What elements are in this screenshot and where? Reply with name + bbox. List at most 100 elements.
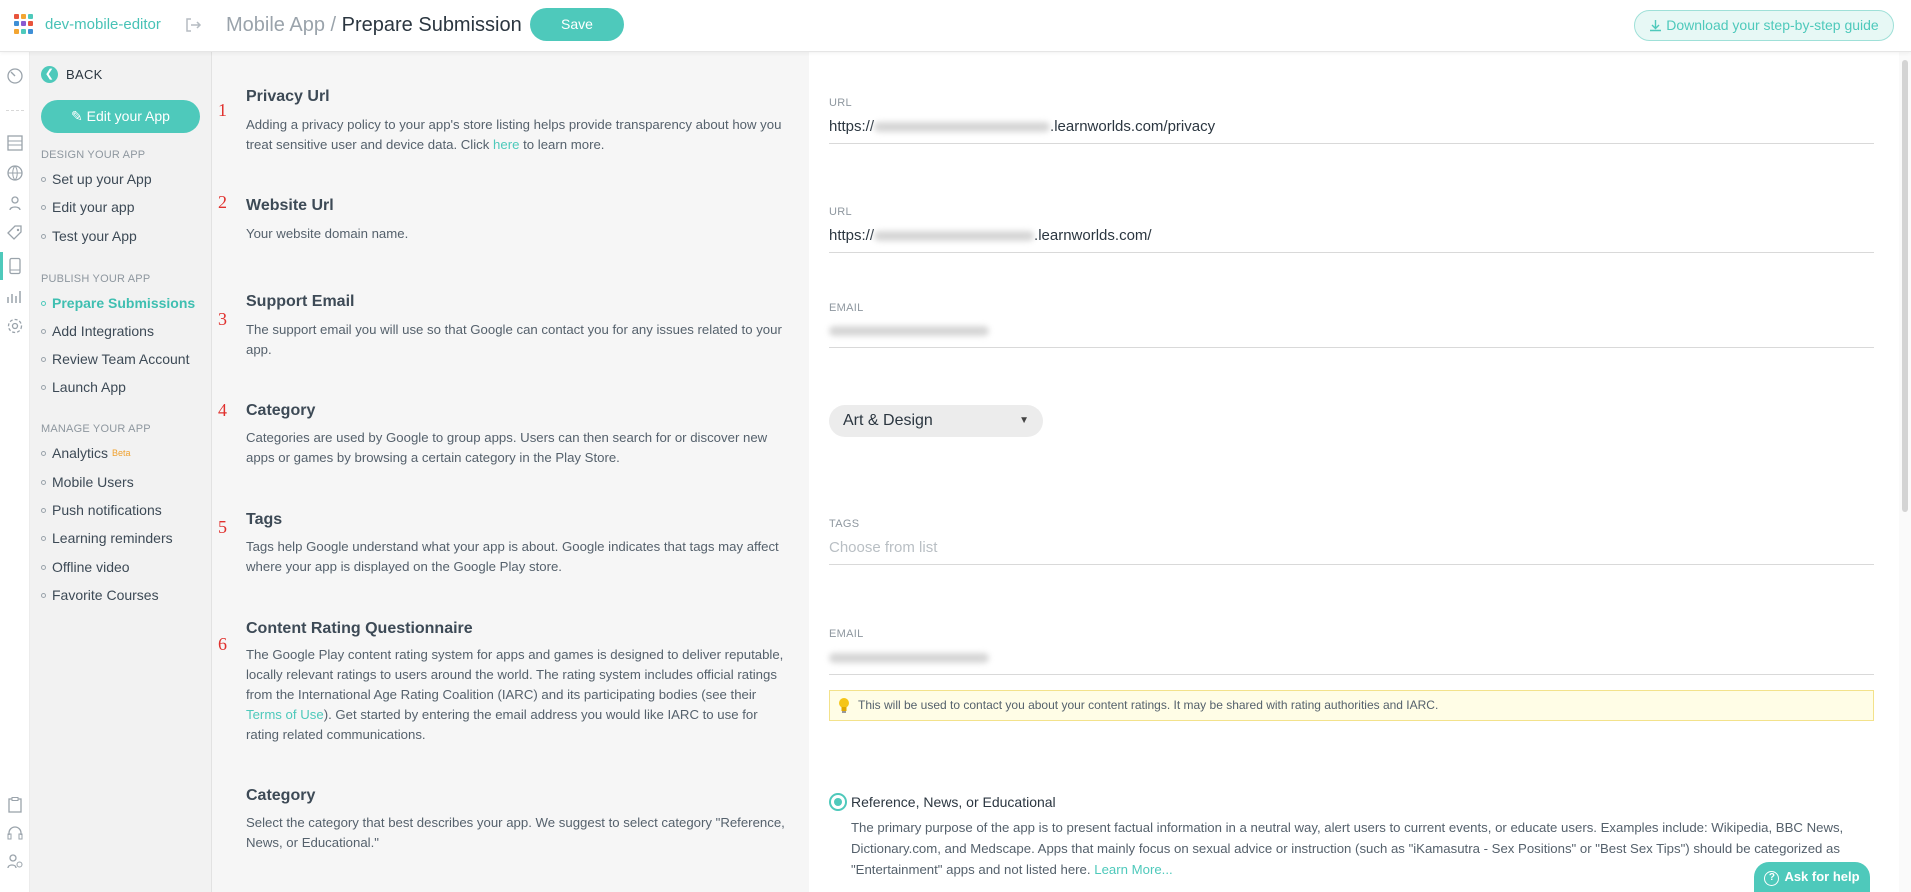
bullet-icon — [41, 479, 46, 485]
edit-your-app-button[interactable]: ✎ Edit your App — [41, 100, 200, 133]
privacy-url-title: Privacy Url — [246, 88, 330, 105]
sidebar-item-label: Offline video — [52, 559, 130, 575]
step-number: 4 — [218, 400, 227, 420]
sidebar-item-label: Launch App — [52, 379, 126, 395]
category-selected-value: Art & Design — [843, 412, 933, 429]
rating-category-option-description: The primary purpose of the app is to pre… — [851, 820, 1844, 877]
website-url-input[interactable]: https://.learnworlds.com/ — [829, 225, 1874, 253]
sidebar-item-add-integrations[interactable]: Add Integrations — [41, 323, 154, 339]
app-switcher[interactable]: dev-mobile-editor — [14, 14, 161, 34]
bullet-icon — [41, 384, 46, 390]
learn-more-link[interactable]: Learn More... — [1094, 862, 1172, 877]
bullet-icon — [41, 328, 46, 334]
sidebar-item-review-team-account[interactable]: Review Team Account — [41, 351, 189, 367]
logout-icon[interactable] — [184, 16, 202, 34]
field-label: URL — [829, 206, 852, 218]
sidebar-item-prepare-submissions[interactable]: Prepare Submissions — [41, 295, 195, 311]
breadcrumb-current: Prepare Submission — [341, 14, 522, 36]
privacy-learn-more-link[interactable]: here — [493, 137, 519, 152]
rail-active-indicator — [0, 252, 3, 280]
bullet-icon — [41, 564, 46, 570]
bullet-icon — [41, 233, 46, 239]
top-bar: dev-mobile-editor Mobile App / Prepare S… — [0, 0, 1911, 52]
sidebar-item-edit-app[interactable]: Edit your app — [41, 199, 135, 215]
app-name: dev-mobile-editor — [45, 15, 161, 33]
sidebar-item-label: Learning reminders — [52, 530, 173, 546]
edit-your-app-label: Edit your App — [86, 108, 170, 124]
field-label: EMAIL — [829, 628, 864, 640]
category-select[interactable]: Art & Design ▼ — [829, 405, 1043, 437]
bullet-icon — [41, 356, 46, 362]
back-link[interactable]: ❮ BACK — [41, 66, 103, 83]
mobile-app-icon[interactable] — [6, 257, 24, 275]
tag-icon[interactable] — [6, 224, 24, 242]
account-settings-icon[interactable] — [6, 852, 24, 870]
sidebar-item-label: Set up your App — [52, 171, 152, 187]
sidebar-item-label: Review Team Account — [52, 351, 190, 367]
support-email-description: The support email you will use so that G… — [246, 322, 782, 357]
design-section-title: DESIGN YOUR APP — [41, 149, 146, 161]
tags-input[interactable]: Choose from list — [829, 537, 1874, 565]
sidebar-item-launch-app[interactable]: Launch App — [41, 379, 126, 395]
bullet-icon — [41, 450, 46, 456]
category-title: Category — [246, 402, 316, 419]
radio-selected-icon[interactable] — [829, 793, 847, 811]
sidebar-item-push-notifications[interactable]: Push notifications — [41, 502, 162, 518]
sidebar-item-label: Mobile Users — [52, 474, 134, 490]
download-guide-button[interactable]: Download your step-by-step guide — [1634, 10, 1894, 41]
hint-text: This will be used to contact you about y… — [858, 698, 1439, 712]
bullet-icon — [41, 507, 46, 513]
dashboard-icon[interactable] — [6, 67, 24, 85]
rating-email-input[interactable] — [829, 647, 1874, 675]
lightbulb-icon — [839, 698, 849, 713]
sidebar-item-set-up[interactable]: Set up your App — [41, 171, 152, 187]
analytics-icon[interactable] — [6, 287, 24, 305]
scrollbar-thumb[interactable] — [1902, 60, 1908, 512]
sidebar-item-mobile-users[interactable]: Mobile Users — [41, 474, 134, 490]
sidebar-item-label: Favorite Courses — [52, 587, 159, 603]
sidebar-item-learning-reminders[interactable]: Learning reminders — [41, 530, 173, 546]
globe-icon[interactable] — [6, 164, 24, 182]
step-number: 1 — [218, 100, 227, 120]
sidebar-item-analytics[interactable]: Analytics Beta — [41, 445, 131, 461]
field-label: EMAIL — [829, 302, 864, 314]
caret-down-icon: ▼ — [1019, 415, 1029, 426]
step-number: 3 — [218, 309, 227, 329]
website-url-description: Your website domain name. — [246, 226, 409, 241]
bullet-icon — [41, 592, 46, 598]
settings-icon[interactable] — [6, 317, 24, 335]
step-number: 5 — [218, 517, 227, 537]
icon-rail — [0, 52, 30, 892]
back-label: BACK — [66, 67, 103, 82]
website-url-title: Website Url — [246, 197, 334, 214]
sidebar-item-label: Edit your app — [52, 199, 135, 215]
privacy-url-input[interactable]: https://.learnworlds.com/privacy — [829, 116, 1874, 144]
rating-category-description: Select the category that best describes … — [246, 815, 785, 850]
headset-icon[interactable] — [6, 824, 24, 842]
pages-icon[interactable] — [6, 134, 24, 152]
user-icon[interactable] — [6, 194, 24, 212]
sidebar-item-offline-video[interactable]: Offline video — [41, 559, 130, 575]
terms-of-use-link[interactable]: Terms of Use — [246, 707, 324, 722]
chevron-left-icon: ❮ — [41, 66, 58, 83]
page-title: Mobile App / Prepare Submission — [226, 14, 522, 37]
bullet-icon — [41, 176, 46, 182]
bullet-icon — [41, 535, 46, 541]
rating-category-title: Category — [246, 787, 316, 804]
field-label: TAGS — [829, 518, 860, 530]
download-guide-label: Download your step-by-step guide — [1666, 17, 1879, 33]
rating-category-option[interactable]: Reference, News, or Educational — [829, 793, 1056, 811]
ask-for-help-label: Ask for help — [1784, 869, 1860, 884]
sidebar-item-test-app[interactable]: Test your App — [41, 228, 137, 244]
rail-separator — [6, 110, 24, 111]
beta-badge: Beta — [112, 448, 131, 458]
bullet-icon — [41, 300, 46, 306]
save-button[interactable]: Save — [530, 8, 624, 41]
sidebar-item-favorite-courses[interactable]: Favorite Courses — [41, 587, 159, 603]
support-email-input[interactable] — [829, 320, 1874, 348]
privacy-url-description: Adding a privacy policy to your app's st… — [246, 117, 782, 152]
content-rating-description: The Google Play content rating system fo… — [246, 647, 784, 742]
ask-for-help-button[interactable]: ? Ask for help — [1754, 862, 1870, 892]
clipboard-icon[interactable] — [6, 796, 24, 814]
breadcrumb-parent[interactable]: Mobile App / — [226, 14, 336, 36]
